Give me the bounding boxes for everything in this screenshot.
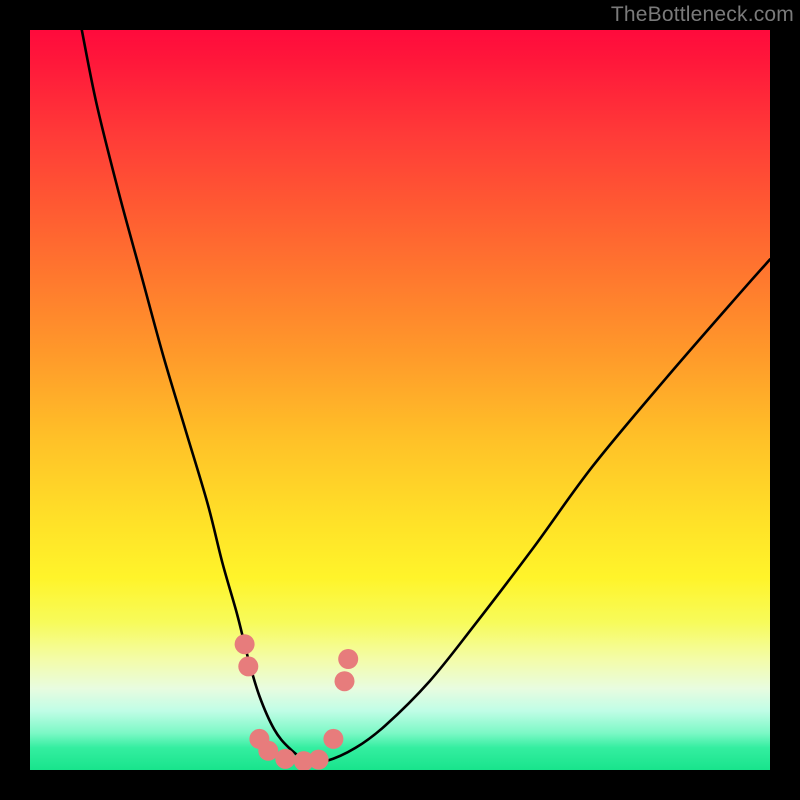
data-marker [323,729,343,749]
data-marker [275,749,295,769]
data-marker [235,634,255,654]
data-marker [238,656,258,676]
curve-layer [30,30,770,770]
data-marker [309,750,329,770]
data-marker [338,649,358,669]
watermark-text: TheBottleneck.com [611,3,794,27]
data-marker [335,671,355,691]
chart-frame: TheBottleneck.com [0,0,800,800]
bottleneck-curve [82,30,770,763]
data-marker [258,741,278,761]
plot-area [30,30,770,770]
